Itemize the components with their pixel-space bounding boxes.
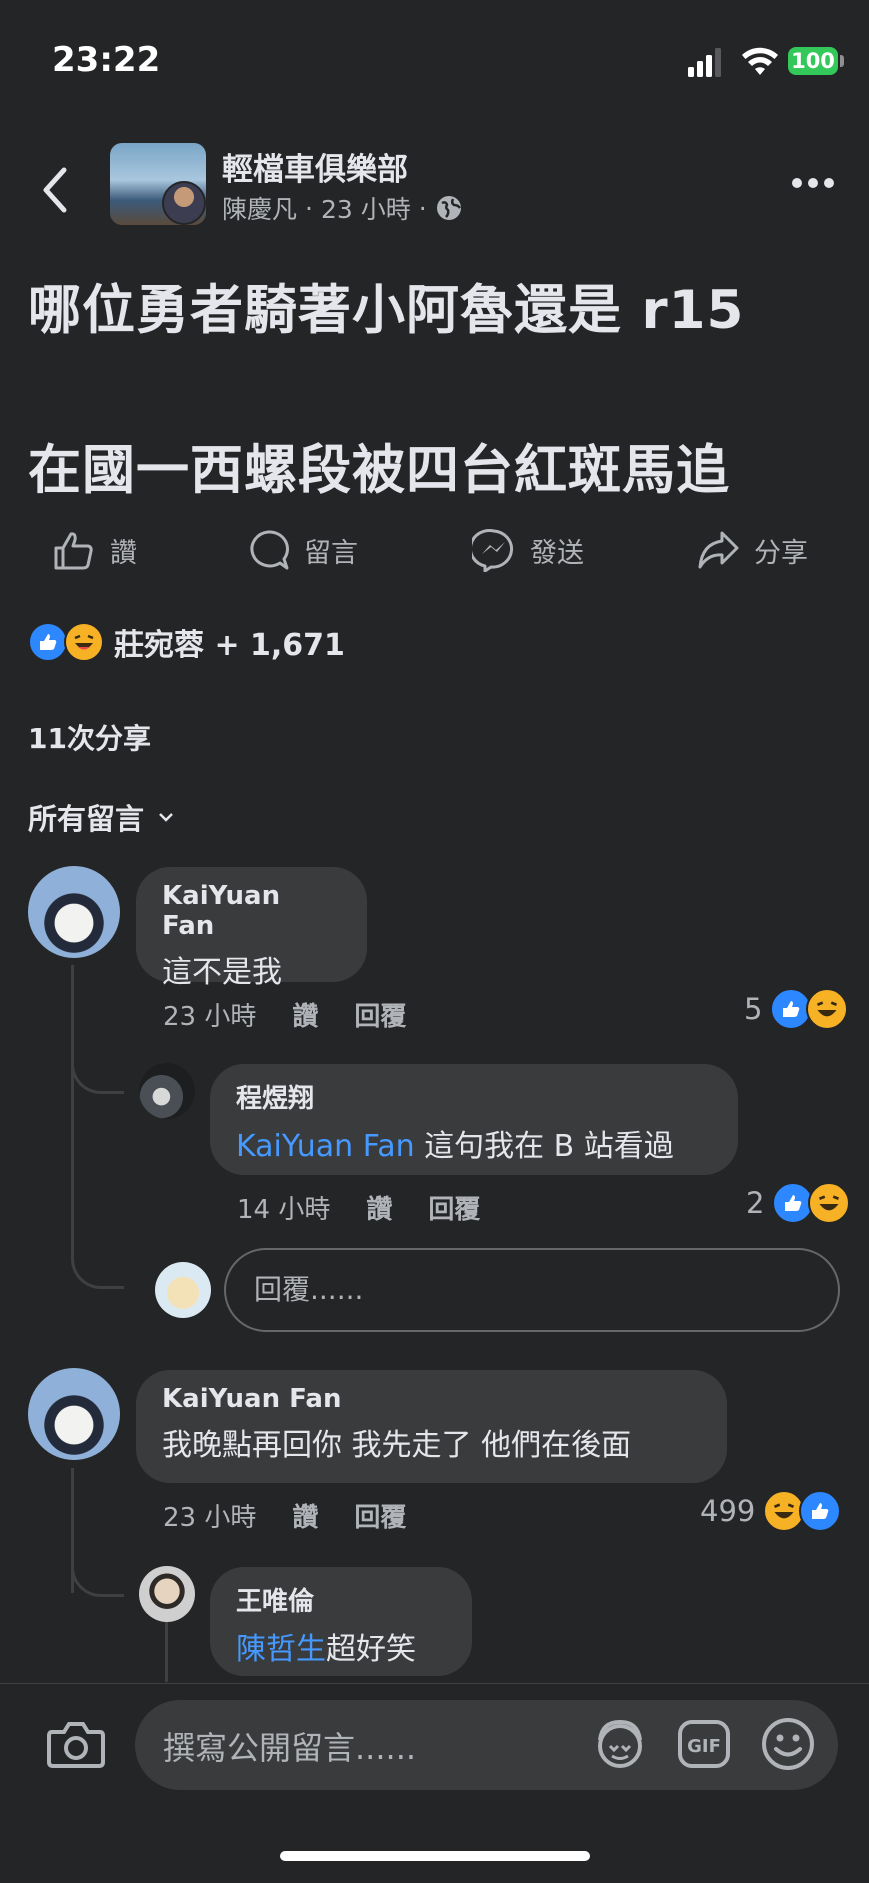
haha-reaction-icon — [64, 622, 104, 662]
thread-line — [165, 1612, 168, 1682]
group-avatar[interactable] — [110, 143, 206, 225]
comment-author[interactable]: KaiYuan Fan — [162, 881, 341, 941]
comment-like-button[interactable]: 讚 — [292, 1497, 318, 1534]
reply-mention[interactable]: 陳哲生 — [236, 1632, 326, 1667]
comment-label: 留言 — [304, 537, 358, 569]
like-label: 讚 — [110, 537, 137, 569]
group-name[interactable]: 輕檔車俱樂部 — [222, 144, 408, 189]
thread-branch — [71, 1036, 124, 1094]
camera-icon[interactable] — [46, 1718, 106, 1770]
comment-bubble: KaiYuan Fan 我晚點再回你 我先走了 他們在後面 — [136, 1370, 727, 1483]
comment-reactions[interactable]: 5 — [744, 988, 849, 1030]
comment-reply-button[interactable]: 回覆 — [354, 1497, 406, 1534]
reply-reaction-count: 2 — [746, 1186, 765, 1220]
send-button[interactable]: 發送 — [472, 528, 584, 572]
messenger-icon — [472, 529, 514, 572]
avatar-sticker-icon[interactable] — [592, 1716, 648, 1772]
reply-reactions[interactable]: 2 — [746, 1182, 851, 1224]
like-reaction-icon — [28, 622, 68, 662]
reactions-summary[interactable]: 莊宛蓉 + 1,671 — [28, 620, 345, 664]
reply-mention[interactable]: KaiYuan Fan — [236, 1129, 415, 1164]
reply-bubble: 程煜翔 KaiYuan Fan 這句我在 B 站看過 — [210, 1064, 738, 1175]
author-avatar[interactable] — [162, 181, 206, 225]
post-meta: 陳慶凡 · 23 小時 · — [222, 190, 463, 226]
thread-branch — [71, 1230, 124, 1289]
like-reaction-icon — [799, 1490, 842, 1532]
reply-author[interactable]: 程煜翔 — [236, 1078, 712, 1115]
reply-reply-button[interactable]: 回覆 — [428, 1189, 480, 1226]
gif-icon[interactable]: GIF — [676, 1716, 732, 1772]
post-time[interactable]: 23 小時 — [321, 190, 411, 226]
reply-text: KaiYuan Fan 這句我在 B 站看過 — [236, 1121, 712, 1165]
cellular-signal-icon — [688, 48, 721, 77]
comment-filter-label: 所有留言 — [28, 802, 145, 836]
commenter-avatar[interactable] — [28, 866, 120, 958]
reply-text-content: 這句我在 B 站看過 — [414, 1129, 674, 1164]
comment-bubble: KaiYuan Fan 這不是我 — [136, 867, 367, 990]
reply-like-button[interactable]: 讚 — [366, 1189, 392, 1226]
comment-meta: 23 小時 讚 回覆 — [163, 1497, 406, 1534]
comment-reaction-count: 499 — [700, 1494, 756, 1528]
comment-filter-dropdown[interactable]: 所有留言 — [28, 796, 174, 838]
reply-text-content: 超好笑 — [326, 1632, 416, 1667]
reply-bubble: 王唯倫 陳哲生超好笑 — [210, 1567, 472, 1676]
reactions-summary-text: 莊宛蓉 + 1,671 — [114, 628, 345, 663]
haha-reaction-icon — [808, 1182, 851, 1224]
comment-button[interactable]: 留言 — [246, 528, 358, 572]
share-count[interactable]: 11次分享 — [28, 717, 151, 757]
battery-icon: 100 — [788, 47, 838, 75]
like-button[interactable]: 讚 — [52, 528, 137, 572]
comment-text: 這不是我 — [162, 955, 282, 990]
comment-text: 我晚點再回你 我先走了 他們在後面 — [162, 1428, 632, 1463]
commenter-avatar[interactable] — [28, 1368, 120, 1460]
haha-reaction-icon — [806, 988, 849, 1030]
battery-cap — [840, 55, 844, 67]
comment-reply-button[interactable]: 回覆 — [354, 996, 406, 1033]
home-indicator[interactable] — [280, 1851, 590, 1861]
post-text-line-2: 在國一西螺段被四台紅斑馬追 — [28, 440, 730, 501]
reply-author[interactable]: 王唯倫 — [236, 1581, 446, 1618]
reply-input[interactable]: 回覆...... — [224, 1248, 840, 1332]
back-arrow-icon[interactable] — [38, 166, 72, 214]
comment-time[interactable]: 23 小時 — [163, 1497, 256, 1534]
share-label: 分享 — [754, 537, 808, 569]
thread-line — [71, 965, 74, 1230]
reply-meta: 14 小時 讚 回覆 — [237, 1189, 480, 1226]
comment-reactions[interactable]: 499 — [700, 1490, 842, 1532]
svg-text:GIF: GIF — [687, 1736, 721, 1757]
emoji-icon[interactable] — [760, 1716, 816, 1772]
share-arrow-icon — [698, 531, 739, 569]
meta-dot: · — [305, 193, 313, 223]
share-button[interactable]: 分享 — [696, 528, 808, 572]
status-time: 23:22 — [52, 40, 161, 80]
my-avatar — [155, 1262, 211, 1318]
wifi-icon — [742, 47, 778, 75]
comment-bubble-icon — [250, 530, 289, 570]
comment-time[interactable]: 23 小時 — [163, 996, 256, 1033]
comment-composer-placeholder: 撰寫公開留言...... — [163, 1729, 417, 1767]
thread-branch — [71, 1540, 124, 1597]
thumbs-up-icon — [54, 532, 93, 570]
meta-dot: · — [418, 193, 427, 223]
comment-author[interactable]: KaiYuan Fan — [162, 1384, 701, 1414]
replier-avatar[interactable] — [139, 1063, 195, 1119]
post-text-line-1: 哪位勇者騎著小阿魯還是 r15 — [28, 280, 745, 341]
globe-icon — [436, 196, 461, 220]
more-options-icon[interactable] — [790, 176, 836, 190]
comment-like-button[interactable]: 讚 — [292, 996, 318, 1033]
replier-avatar[interactable] — [139, 1566, 195, 1622]
comment-meta: 23 小時 讚 回覆 — [163, 996, 406, 1033]
author-name[interactable]: 陳慶凡 — [222, 190, 297, 226]
chevron-down-icon — [159, 813, 173, 822]
reply-text: 陳哲生超好笑 — [236, 1624, 446, 1668]
comment-reaction-count: 5 — [744, 992, 763, 1026]
send-label: 發送 — [530, 537, 584, 569]
reply-time[interactable]: 14 小時 — [237, 1189, 330, 1226]
